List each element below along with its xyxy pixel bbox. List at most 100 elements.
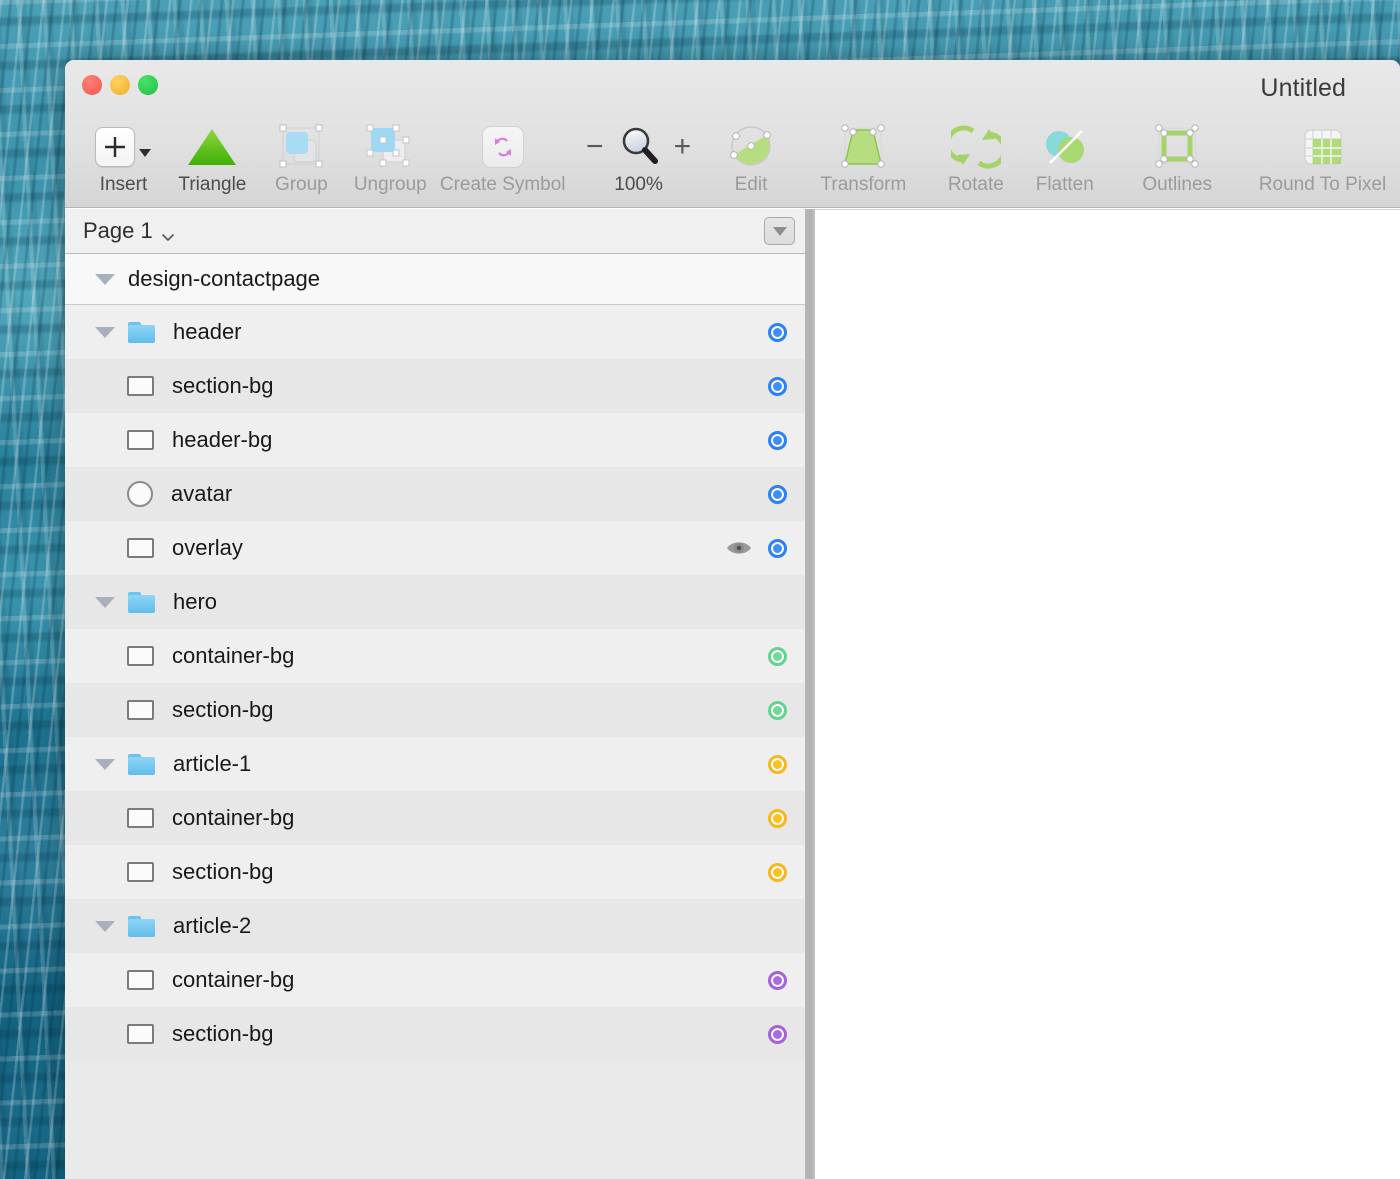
toolbar: Insert Triangle Group Ungroup Create Sym…: [65, 110, 1400, 208]
layer-row[interactable]: article-1: [65, 737, 805, 791]
layer-row-controls: [768, 484, 787, 504]
toolbar-label: Flatten: [1035, 174, 1094, 195]
toolbar-item-triangle[interactable]: Triangle: [168, 110, 257, 204]
zoom-out-button[interactable]: −: [586, 132, 604, 162]
layer-row-controls: [768, 646, 787, 666]
triangle-down-icon[interactable]: [95, 596, 115, 608]
symbol-refresh-glyph: [494, 137, 511, 157]
toolbar-item-flatten[interactable]: Flatten: [1020, 110, 1109, 204]
layer-row[interactable]: container-bg: [65, 791, 805, 845]
application-window: Untitled Insert Triangle Group Ungroup C…: [65, 60, 1400, 1179]
layer-row[interactable]: avatar: [65, 467, 805, 521]
toolbar-label: Transform: [820, 174, 907, 195]
layer-row-controls: [768, 700, 787, 720]
magnifier-icon[interactable]: [617, 125, 661, 169]
rectangle-shape-icon: [127, 1024, 154, 1044]
layer-row-controls: [768, 430, 787, 450]
layer-row[interactable]: section-bg: [65, 1007, 805, 1061]
layers-panel: Page 1 design-contactpage header section-…: [65, 209, 805, 1179]
layer-rows-container: header section-bg header-bg avatar overlay he…: [65, 305, 805, 1179]
layer-name-label: container-bg: [172, 967, 295, 992]
layer-status-dot[interactable]: [768, 593, 787, 612]
layer-row-controls: [768, 1024, 787, 1044]
layer-row[interactable]: hero: [65, 575, 805, 629]
layer-status-dot[interactable]: [768, 376, 787, 396]
layer-name-label: container-bg: [172, 643, 295, 668]
layer-name-label: header-bg: [172, 427, 273, 452]
toolbar-item-zoom[interactable]: − + 100%: [571, 110, 707, 204]
layer-row-controls: [768, 376, 787, 396]
canvas-area[interactable]: [815, 209, 1400, 1179]
create-symbol-icon: [481, 126, 524, 168]
layer-row[interactable]: header: [65, 305, 805, 359]
plus-icon[interactable]: [95, 127, 136, 167]
layer-name-label: section-bg: [172, 1021, 274, 1046]
layer-row[interactable]: overlay: [65, 521, 805, 575]
layer-row[interactable]: container-bg: [65, 629, 805, 683]
rotate-icon: [950, 125, 1001, 169]
rectangle-shape-icon: [127, 646, 154, 666]
triangle-down-icon[interactable]: [95, 920, 115, 932]
insert-dropdown-caret-icon[interactable]: [139, 149, 152, 157]
layer-row[interactable]: section-bg: [65, 683, 805, 737]
minimize-button[interactable]: [110, 75, 130, 95]
folder-icon: [128, 915, 155, 937]
rectangle-shape-icon: [127, 808, 154, 828]
layer-name-label: section-bg: [172, 859, 274, 884]
chevron-down-icon[interactable]: [161, 228, 174, 241]
layer-row[interactable]: container-bg: [65, 953, 805, 1007]
layer-status-dot[interactable]: [768, 430, 787, 450]
layer-status-dot[interactable]: [768, 322, 787, 342]
toolbar-item-rotate[interactable]: Rotate: [931, 110, 1020, 204]
eye-glyph: [727, 542, 751, 554]
layer-row[interactable]: article-2: [65, 899, 805, 953]
rectangle-shape-icon: [127, 862, 154, 882]
page-name-label[interactable]: Page 1: [83, 218, 153, 244]
maximize-button[interactable]: [138, 75, 158, 95]
toolbar-item-edit[interactable]: Edit: [707, 110, 796, 204]
window-body: Page 1 design-contactpage header section-…: [65, 209, 1400, 1179]
layer-row[interactable]: header-bg: [65, 413, 805, 467]
layer-status-dot[interactable]: [768, 808, 787, 828]
transform-icon: [841, 124, 886, 168]
folder-icon: [128, 591, 155, 613]
toolbar-item-outlines[interactable]: Outlines: [1109, 110, 1245, 204]
triangle-down-icon[interactable]: [95, 273, 115, 285]
toolbar-item-insert[interactable]: Insert: [79, 110, 168, 204]
window-title: Untitled: [1260, 74, 1346, 102]
layer-row[interactable]: section-bg: [65, 845, 805, 899]
eye-icon[interactable]: [726, 539, 752, 557]
rectangle-shape-icon: [127, 970, 154, 990]
circle-shape-icon: [127, 481, 153, 507]
layer-status-dot[interactable]: [768, 917, 787, 936]
layer-name-label: section-bg: [172, 697, 274, 722]
layer-status-dot[interactable]: [768, 700, 787, 720]
layer-row-controls: [768, 593, 787, 612]
layer-status-dot[interactable]: [768, 646, 787, 666]
layer-row-controls: [768, 754, 787, 774]
triangle-down-icon[interactable]: [95, 326, 115, 338]
layer-status-dot[interactable]: [768, 1024, 787, 1044]
close-button[interactable]: [82, 75, 102, 95]
toolbar-item-group[interactable]: Group: [257, 110, 346, 204]
toolbar-item-ungroup[interactable]: Ungroup: [346, 110, 435, 204]
rectangle-shape-icon: [127, 538, 154, 558]
panel-divider[interactable]: [805, 209, 815, 1179]
layer-root-row[interactable]: design-contactpage: [65, 254, 805, 305]
triangle-down-icon[interactable]: [95, 758, 115, 770]
plus-glyph: [105, 137, 126, 157]
edit-node-icon: [730, 126, 771, 166]
toolbar-item-transform[interactable]: Transform: [795, 110, 931, 204]
layer-status-dot[interactable]: [768, 970, 787, 990]
layer-status-dot[interactable]: [768, 538, 787, 558]
layer-status-dot[interactable]: [768, 484, 787, 504]
layer-status-dot[interactable]: [768, 862, 787, 882]
toolbar-item-round-to-pixel[interactable]: Round To Pixel: [1245, 110, 1400, 204]
toolbar-item-create-symbol[interactable]: Create Symbol: [435, 110, 571, 204]
layer-row-controls: [768, 970, 787, 990]
layer-status-dot[interactable]: [768, 754, 787, 774]
layer-row[interactable]: section-bg: [65, 359, 805, 413]
layer-name-label: header: [173, 319, 242, 344]
zoom-in-button[interactable]: +: [674, 132, 692, 162]
layers-filter-button[interactable]: [764, 217, 795, 245]
